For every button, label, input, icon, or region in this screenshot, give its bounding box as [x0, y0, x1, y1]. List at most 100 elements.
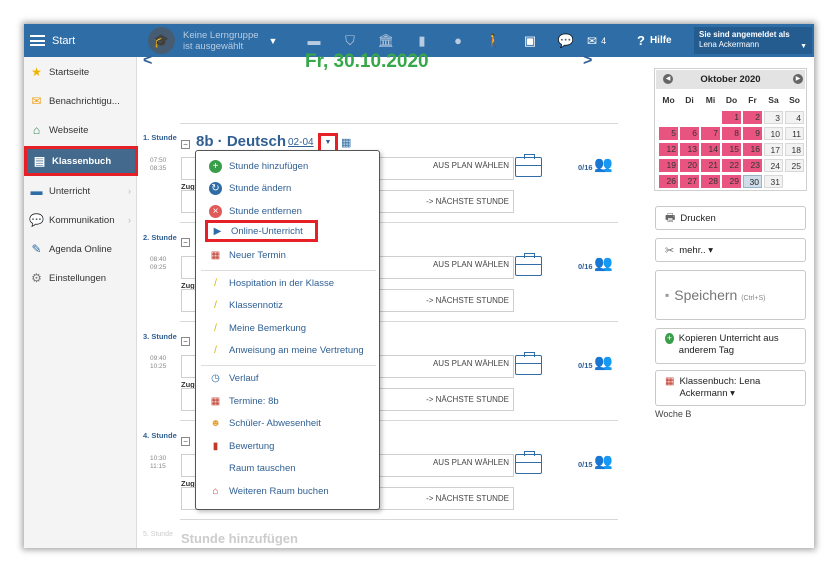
- menu-item-swap-room[interactable]: Raum tauschen: [196, 457, 381, 479]
- menu-item-absence[interactable]: ☻ Schüler- Abwesenheit: [196, 412, 381, 434]
- next-lesson-button[interactable]: -> NÄCHSTE STUNDE: [426, 197, 509, 206]
- circle-icon[interactable]: ●: [440, 33, 476, 48]
- menu-item-history[interactable]: ◷ Verlauf: [196, 367, 381, 389]
- menu-item-book-room[interactable]: ⌂ Weiteren Raum buchen: [196, 480, 381, 502]
- menu-item-new-appointment[interactable]: ▦ Neuer Termin: [196, 244, 381, 266]
- calendar-day[interactable]: 12: [659, 143, 678, 156]
- calendar-day[interactable]: 29: [722, 175, 741, 188]
- calendar-day[interactable]: 4: [785, 111, 804, 124]
- next-lesson-button[interactable]: -> NÄCHSTE STUNDE: [426, 296, 509, 305]
- sidebar-item-kommunikation[interactable]: 💬 Kommunikation ›: [24, 208, 137, 232]
- calendar-day[interactable]: 23: [743, 159, 762, 172]
- calendar-day[interactable]: 14: [701, 143, 720, 156]
- save-button[interactable]: ▪ Speichern (Ctrl+S): [655, 270, 806, 320]
- shield-icon[interactable]: ⛉: [332, 33, 368, 49]
- building-icon[interactable]: 🏛: [368, 33, 404, 49]
- plan-button[interactable]: AUS PLAN WÄHLEN: [433, 458, 509, 467]
- people-icon[interactable]: 👥: [594, 155, 613, 173]
- next-lesson-button[interactable]: -> NÄCHSTE STUNDE: [426, 494, 509, 503]
- sidebar-item-klassenbuch[interactable]: ▤ Klassenbuch: [24, 146, 138, 176]
- calendar-day[interactable]: 21: [701, 159, 720, 172]
- menu-item-add-lesson[interactable]: + Stunde hinzufügen: [196, 155, 381, 177]
- menu-item-hospitation[interactable]: / Hospitation in der Klasse: [196, 272, 381, 294]
- floppy-icon: ▪: [665, 288, 670, 302]
- sidebar-item-benachrichtigungen[interactable]: ✉ Benachrichtigu...: [24, 89, 137, 113]
- previous-month-icon[interactable]: ◀: [663, 74, 673, 84]
- lesson-code[interactable]: 02-04: [288, 137, 314, 148]
- calendar-day[interactable]: 28: [701, 175, 720, 188]
- calendar-day[interactable]: 16: [743, 143, 762, 156]
- plan-button[interactable]: AUS PLAN WÄHLEN: [433, 359, 509, 368]
- calendar-day[interactable]: 3: [764, 111, 783, 124]
- start-menu-button[interactable]: Start: [24, 24, 137, 57]
- calendar-day[interactable]: 7: [701, 127, 720, 140]
- calendar-day[interactable]: 30: [743, 175, 762, 188]
- lesson-subject[interactable]: 8b · Deutsch: [196, 133, 286, 150]
- calendar-day[interactable]: 8: [722, 127, 741, 140]
- next-month-icon[interactable]: ▶: [793, 74, 803, 84]
- screen-icon[interactable]: ▣: [512, 33, 548, 49]
- people-icon[interactable]: 👥: [594, 452, 613, 470]
- calendar-day[interactable]: 25: [785, 159, 804, 172]
- calendar-day[interactable]: 24: [764, 159, 783, 172]
- calendar-day[interactable]: 9: [743, 127, 762, 140]
- next-lesson-button[interactable]: -> NÄCHSTE STUNDE: [426, 395, 509, 404]
- people-icon[interactable]: 👥: [594, 353, 613, 371]
- people-icon[interactable]: 👥: [594, 254, 613, 272]
- briefcase-icon[interactable]: [515, 253, 542, 276]
- calendar-day[interactable]: 20: [680, 159, 699, 172]
- collapse-toggle[interactable]: −: [181, 437, 190, 446]
- briefcase-icon[interactable]: [515, 154, 542, 177]
- briefcase-icon[interactable]: [515, 352, 542, 375]
- briefcase-icon[interactable]: [515, 451, 542, 474]
- add-lesson-link[interactable]: Stunde hinzufügen: [181, 531, 298, 546]
- collapse-toggle[interactable]: −: [181, 238, 190, 247]
- calendar-day[interactable]: 27: [680, 175, 699, 188]
- calendar-day[interactable]: 26: [659, 175, 678, 188]
- grid-icon[interactable]: ▦: [341, 136, 351, 149]
- user-menu[interactable]: Sie sind angemeldet als Lena Ackermann ▼: [694, 27, 812, 54]
- sidebar-item-einstellungen[interactable]: ⚙ Einstellungen: [24, 266, 137, 290]
- help-button[interactable]: ? Hilfe: [637, 24, 672, 57]
- chat-icon[interactable]: 💬: [548, 33, 584, 49]
- collapse-toggle[interactable]: −: [181, 337, 190, 346]
- calendar-day[interactable]: 13: [680, 143, 699, 156]
- menu-item-my-remark[interactable]: / Meine Bemerkung: [196, 317, 381, 339]
- calendar-day[interactable]: 18: [785, 143, 804, 156]
- plan-button[interactable]: AUS PLAN WÄHLEN: [433, 161, 509, 170]
- menu-item-remove-lesson[interactable]: × Stunde entfernen: [196, 200, 381, 222]
- menu-item-online-lesson[interactable]: ▶ Online-Unterricht: [205, 220, 318, 242]
- menu-item-appointments[interactable]: ▦ Termine: 8b: [196, 390, 381, 412]
- people-walking-icon[interactable]: 🚶: [476, 33, 512, 49]
- calendar-day[interactable]: 17: [764, 143, 783, 156]
- previous-day-button[interactable]: <: [143, 52, 152, 70]
- calendar-day[interactable]: 10: [764, 127, 783, 140]
- classbook-selector[interactable]: ▦ Klassenbuch: Lena Ackermann ▾: [655, 370, 806, 406]
- plan-button[interactable]: AUS PLAN WÄHLEN: [433, 260, 509, 269]
- calendar-day[interactable]: 11: [785, 127, 804, 140]
- sidebar-item-webseite[interactable]: ⌂ Webseite: [24, 118, 137, 142]
- menu-item-change-lesson[interactable]: ↻ Stunde ändern: [196, 177, 381, 199]
- collapse-toggle[interactable]: −: [181, 140, 190, 149]
- calendar-day[interactable]: 22: [722, 159, 741, 172]
- next-day-button[interactable]: >: [583, 52, 592, 70]
- calendar-day[interactable]: 5: [659, 127, 678, 140]
- menu-item-class-note[interactable]: / Klassennotiz: [196, 294, 381, 316]
- sidebar-item-unterricht[interactable]: ▬ Unterricht ›: [24, 179, 137, 203]
- calendar-day[interactable]: 2: [743, 111, 762, 124]
- calendar-day[interactable]: 1: [722, 111, 741, 124]
- menu-item-substitute-instruction[interactable]: / Anweisung an meine Vertretung: [196, 339, 381, 361]
- sidebar-item-agenda-online[interactable]: ✎ Agenda Online: [24, 237, 137, 261]
- bar-chart-icon[interactable]: ▮: [404, 33, 440, 49]
- menu-item-assessment[interactable]: ▮ Bewertung: [196, 435, 381, 457]
- copy-lesson-button[interactable]: + Kopieren Unterricht aus anderem Tag: [655, 328, 806, 364]
- briefcase-icon[interactable]: ▬: [296, 33, 332, 48]
- calendar-day[interactable]: 31: [764, 175, 783, 188]
- group-selector[interactable]: 🎓 Keine Lerngruppe ist ausgewählt ▼: [148, 27, 277, 54]
- calendar-day[interactable]: 19: [659, 159, 678, 172]
- calendar-day[interactable]: 15: [722, 143, 741, 156]
- calendar-day[interactable]: 6: [680, 127, 699, 140]
- sidebar-item-startseite[interactable]: ★ Startseite: [24, 60, 137, 84]
- print-button[interactable]: 🖶 Drucken: [655, 206, 806, 230]
- more-button[interactable]: ✂ mehr.. ▾: [655, 238, 806, 262]
